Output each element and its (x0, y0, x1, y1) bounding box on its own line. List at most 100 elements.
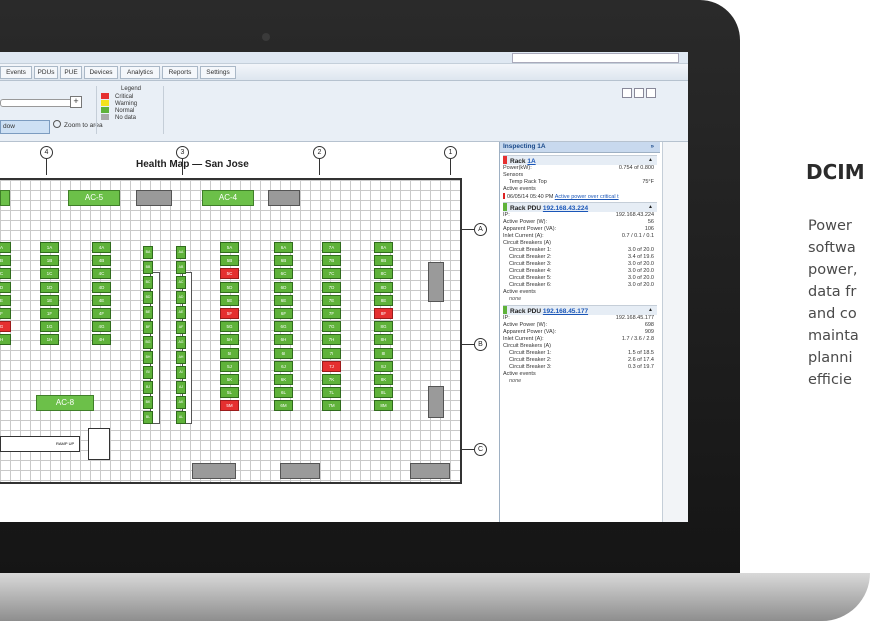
rack-bg[interactable]: BG (143, 336, 153, 349)
rack-6g[interactable]: 6G (274, 321, 293, 333)
rack-4b[interactable]: 4B (92, 255, 111, 267)
rack-8b[interactable]: 8B (374, 255, 393, 267)
rack-1a[interactable]: 1A (40, 242, 59, 253)
rack-7c[interactable]: 7C (322, 268, 341, 280)
rack-8m[interactable]: 8M (374, 400, 393, 412)
rack-5f[interactable]: 5F (220, 308, 239, 319)
export-icon[interactable] (634, 88, 644, 98)
ac-unit[interactable] (0, 190, 10, 206)
window-icon[interactable] (622, 88, 632, 98)
collapse-triangle-icon[interactable]: ▲ (648, 306, 653, 315)
rack-link[interactable]: 1A (527, 158, 535, 165)
rack-6l[interactable]: 6L (274, 387, 293, 399)
rack-5m[interactable]: 5M (220, 400, 239, 412)
rack-6m[interactable]: 6M (274, 400, 293, 412)
rack-4c[interactable]: 4C (92, 268, 111, 280)
search-input[interactable] (512, 53, 679, 63)
rack-ag[interactable]: AG (176, 336, 186, 349)
rack-5c[interactable]: 5C (220, 268, 239, 280)
rack-7a[interactable]: 7A (322, 242, 341, 253)
rack-5d[interactable]: 5D (220, 281, 239, 293)
rack-7i[interactable]: 7I (322, 347, 341, 359)
rack-7b[interactable]: 7B (322, 255, 341, 267)
rack-7g[interactable]: 7G (322, 321, 341, 333)
rack-1d[interactable]: 1D (40, 281, 59, 293)
rack-1g[interactable]: 1G (40, 321, 59, 333)
scrollbar[interactable] (662, 142, 688, 522)
rack-bd[interactable]: BD (143, 291, 153, 304)
tab-settings[interactable]: Settings (200, 66, 236, 79)
rack-1f[interactable]: 1F (40, 308, 59, 319)
rack-c[interactable]: C (0, 268, 11, 280)
rack-7l[interactable]: 7L (322, 387, 341, 399)
ac-unit[interactable]: AC-4 (202, 190, 254, 206)
rack-7k[interactable]: 7K (322, 374, 341, 385)
rack-bf[interactable]: BF (143, 321, 153, 334)
rack-4a[interactable]: 4A (92, 242, 111, 253)
rack-6a[interactable]: 6A (274, 242, 293, 253)
rack-ba[interactable]: BA (143, 246, 153, 259)
collapse-icon[interactable]: » (651, 142, 654, 152)
rack-4g[interactable]: 4G (92, 321, 111, 333)
tab-events[interactable]: Events (0, 66, 32, 79)
rack-6h[interactable]: 6H (274, 334, 293, 346)
rack-7j[interactable]: 7J (322, 360, 341, 372)
collapse-triangle-icon[interactable]: ▲ (648, 203, 653, 212)
rack-bj[interactable]: BJ (143, 381, 153, 394)
rack-al[interactable]: AL (176, 411, 186, 424)
rack-5g[interactable]: 5G (220, 321, 239, 333)
tab-devices[interactable]: Devices (84, 66, 118, 79)
rack-6b[interactable]: 6B (274, 255, 293, 267)
rack-ad[interactable]: AD (176, 291, 186, 304)
rack-1h[interactable]: 1H (40, 334, 59, 346)
rack-8l[interactable]: 8L (374, 387, 393, 399)
rack-ac[interactable]: AC (176, 276, 186, 289)
pdu-link[interactable]: 192.168.43.224 (543, 205, 588, 212)
rack-aa[interactable]: AA (176, 246, 186, 259)
rack-1b[interactable]: 1B (40, 255, 59, 267)
tab-pdus[interactable]: PDUs (34, 66, 58, 79)
rack-5l[interactable]: 5L (220, 387, 239, 399)
rack-8j[interactable]: 8J (374, 360, 393, 372)
tab-analytics[interactable]: Analytics (120, 66, 160, 79)
rack-be[interactable]: BE (143, 306, 153, 319)
rack-7h[interactable]: 7H (322, 334, 341, 346)
rack-1c[interactable]: 1C (40, 268, 59, 280)
rack-8c[interactable]: 8C (374, 268, 393, 280)
rack-8a[interactable]: 8A (374, 242, 393, 253)
tab-pue[interactable]: PUE (60, 66, 82, 79)
rack-5a[interactable]: 5A (220, 242, 239, 253)
event-link[interactable]: Active power over critical t (555, 194, 619, 200)
rack-h[interactable]: H (0, 334, 11, 346)
rack-8h[interactable]: 8H (374, 334, 393, 346)
rack-5h[interactable]: 5H (220, 334, 239, 346)
rack-ak[interactable]: AK (176, 396, 186, 409)
rack-6d[interactable]: 6D (274, 281, 293, 293)
rack-6f[interactable]: 6F (274, 308, 293, 319)
rack-g[interactable]: G (0, 321, 11, 333)
rack-8i[interactable]: 8I (374, 347, 393, 359)
rack-aj[interactable]: AJ (176, 381, 186, 394)
rack-8g[interactable]: 8G (374, 321, 393, 333)
rack-4e[interactable]: 4E (92, 294, 111, 306)
rack-ab[interactable]: AB (176, 261, 186, 274)
rack-7d[interactable]: 7D (322, 281, 341, 293)
rack-5b[interactable]: 5B (220, 255, 239, 267)
tab-reports[interactable]: Reports (162, 66, 198, 79)
rack-ae[interactable]: AE (176, 306, 186, 319)
rack-e[interactable]: E (0, 294, 11, 306)
rack-bc[interactable]: BC (143, 276, 153, 289)
rack-b[interactable]: B (0, 255, 11, 267)
rack-6e[interactable]: 6E (274, 294, 293, 306)
rack-6j[interactable]: 6J (274, 360, 293, 372)
ac-unit[interactable]: AC-8 (36, 395, 94, 411)
rack-bi[interactable]: BI (143, 366, 153, 379)
rack-f[interactable]: F (0, 308, 11, 319)
rack-af[interactable]: AF (176, 321, 186, 334)
rack-d[interactable]: D (0, 281, 11, 293)
rack-5k[interactable]: 5K (220, 374, 239, 385)
rack-5j[interactable]: 5J (220, 360, 239, 372)
rack-ai[interactable]: AI (176, 366, 186, 379)
rack-ah[interactable]: AH (176, 351, 186, 364)
rack-7m[interactable]: 7M (322, 400, 341, 412)
